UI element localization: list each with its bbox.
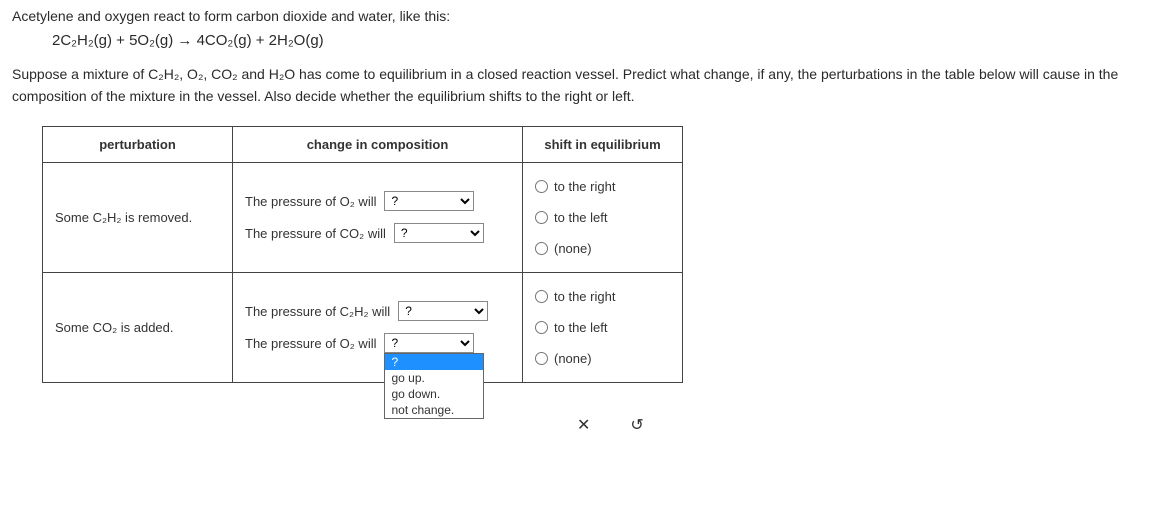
radio-label: to the left	[554, 210, 607, 225]
pressure-select-o2-row2[interactable]: ?	[384, 333, 474, 353]
radio-label: (none)	[554, 241, 592, 256]
radio-left-row1[interactable]	[535, 211, 548, 224]
dropdown-menu-open: ? go up. go down. not change.	[384, 353, 484, 419]
shift-cell: to the right to the left (none)	[523, 162, 683, 272]
change-label: The pressure of C₂H₂ will	[245, 304, 390, 319]
perturbation-cell: Some CO₂ is added.	[43, 272, 233, 382]
intro-text: Acetylene and oxygen react to form carbo…	[12, 8, 1140, 24]
chemical-equation: 2C₂H₂(g) + 5O₂(g) → 4CO₂(g) + 2H₂O(g)	[52, 32, 1140, 49]
header-shift: shift in equilibrium	[523, 126, 683, 162]
header-perturbation: perturbation	[43, 126, 233, 162]
header-change: change in composition	[233, 126, 523, 162]
change-cell: The pressure of O₂ will ? The pressure o…	[233, 162, 523, 272]
table-row: Some C₂H₂ is removed. The pressure of O₂…	[43, 162, 683, 272]
description-text: Suppose a mixture of C₂H₂, O₂, CO₂ and H…	[12, 63, 1140, 108]
change-label: The pressure of CO₂ will	[245, 226, 386, 241]
dropdown-option-down[interactable]: go down.	[385, 386, 483, 402]
reset-icon[interactable]: ↺	[630, 415, 643, 435]
change-label: The pressure of O₂ will	[245, 194, 376, 209]
pressure-select-o2-row1[interactable]: ?	[384, 191, 474, 211]
table-row: Some CO₂ is added. The pressure of C₂H₂ …	[43, 272, 683, 382]
radio-label: to the left	[554, 320, 607, 335]
change-cell: The pressure of C₂H₂ will ? The pressure…	[233, 272, 523, 382]
action-buttons: ✕ ↺	[577, 415, 1140, 435]
perturbation-table: perturbation change in composition shift…	[42, 126, 683, 383]
close-icon[interactable]: ✕	[577, 415, 590, 435]
radio-left-row2[interactable]	[535, 321, 548, 334]
change-label: The pressure of O₂ will	[245, 336, 376, 351]
pressure-select-c2h2-row2[interactable]: ?	[398, 301, 488, 321]
radio-right-row1[interactable]	[535, 180, 548, 193]
pressure-select-co2-row1[interactable]: ?	[394, 223, 484, 243]
radio-label: to the right	[554, 289, 615, 304]
radio-right-row2[interactable]	[535, 290, 548, 303]
radio-label: (none)	[554, 351, 592, 366]
radio-none-row1[interactable]	[535, 242, 548, 255]
dropdown-option-nochange[interactable]: not change.	[385, 402, 483, 418]
radio-none-row2[interactable]	[535, 352, 548, 365]
shift-cell: to the right to the left (none)	[523, 272, 683, 382]
dropdown-option-placeholder[interactable]: ?	[385, 354, 483, 370]
dropdown-option-up[interactable]: go up.	[385, 370, 483, 386]
radio-label: to the right	[554, 179, 615, 194]
perturbation-cell: Some C₂H₂ is removed.	[43, 162, 233, 272]
